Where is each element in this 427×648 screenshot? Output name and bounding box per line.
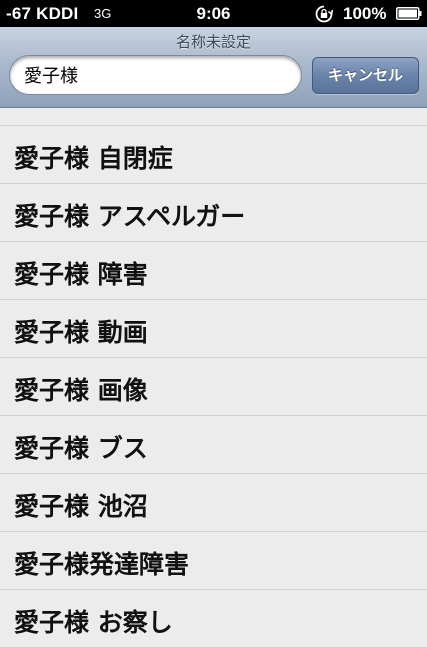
status-bar: -67 KDDI 3G 9:06 100% (0, 0, 427, 27)
battery-icon (396, 7, 422, 20)
suggestion-text: 愛子様発達障害 (14, 550, 190, 579)
page-title: 名称未設定 (175, 33, 251, 51)
suggestion-item[interactable]: 愛子様 アスペルガー (0, 184, 427, 242)
suggestion-item[interactable]: 愛子様 池沼 (0, 474, 427, 532)
cancel-button[interactable]: キャンセル (312, 57, 419, 94)
suggestion-text: 愛子様 お察し (14, 608, 173, 637)
suggestion-text: 愛子様 障害 (14, 260, 148, 289)
suggestion-item[interactable]: 愛子様発達障害 (0, 532, 427, 590)
suggestion-item[interactable]: 愛子様 障害 (0, 242, 427, 300)
search-field[interactable] (9, 55, 302, 95)
suggestion-text: 愛子様 動画 (14, 318, 148, 347)
search-input[interactable] (24, 63, 284, 87)
suggestion-item[interactable]: 愛子様 画像 (0, 358, 427, 416)
suggestion-list: 愛子様 自閉症 愛子様 アスペルガー 愛子様 障害 愛子様 動画 愛子様 画像 … (0, 108, 427, 648)
suggestion-text: 愛子様 ブス (14, 434, 148, 463)
suggestion-text: 愛子様 画像 (14, 376, 148, 405)
suggestion-item[interactable]: 愛子様 動画 (0, 300, 427, 358)
suggestion-text: 愛子様 アスペルガー (14, 202, 246, 231)
rotation-lock-icon (315, 5, 333, 23)
suggestion-item[interactable]: 愛子様 ブス (0, 416, 427, 474)
suggestion-text: 愛子様 池沼 (14, 492, 148, 521)
list-top-separator (0, 108, 427, 126)
suggestion-item[interactable]: 愛子様 自閉症 (0, 126, 427, 184)
search-nav-bar: 名称未設定 キャンセル (0, 27, 427, 108)
suggestion-text: 愛子様 自閉症 (14, 144, 173, 173)
suggestion-item[interactable]: 愛子様 お察し (0, 590, 427, 648)
battery-percentage: 100% (343, 4, 387, 23)
